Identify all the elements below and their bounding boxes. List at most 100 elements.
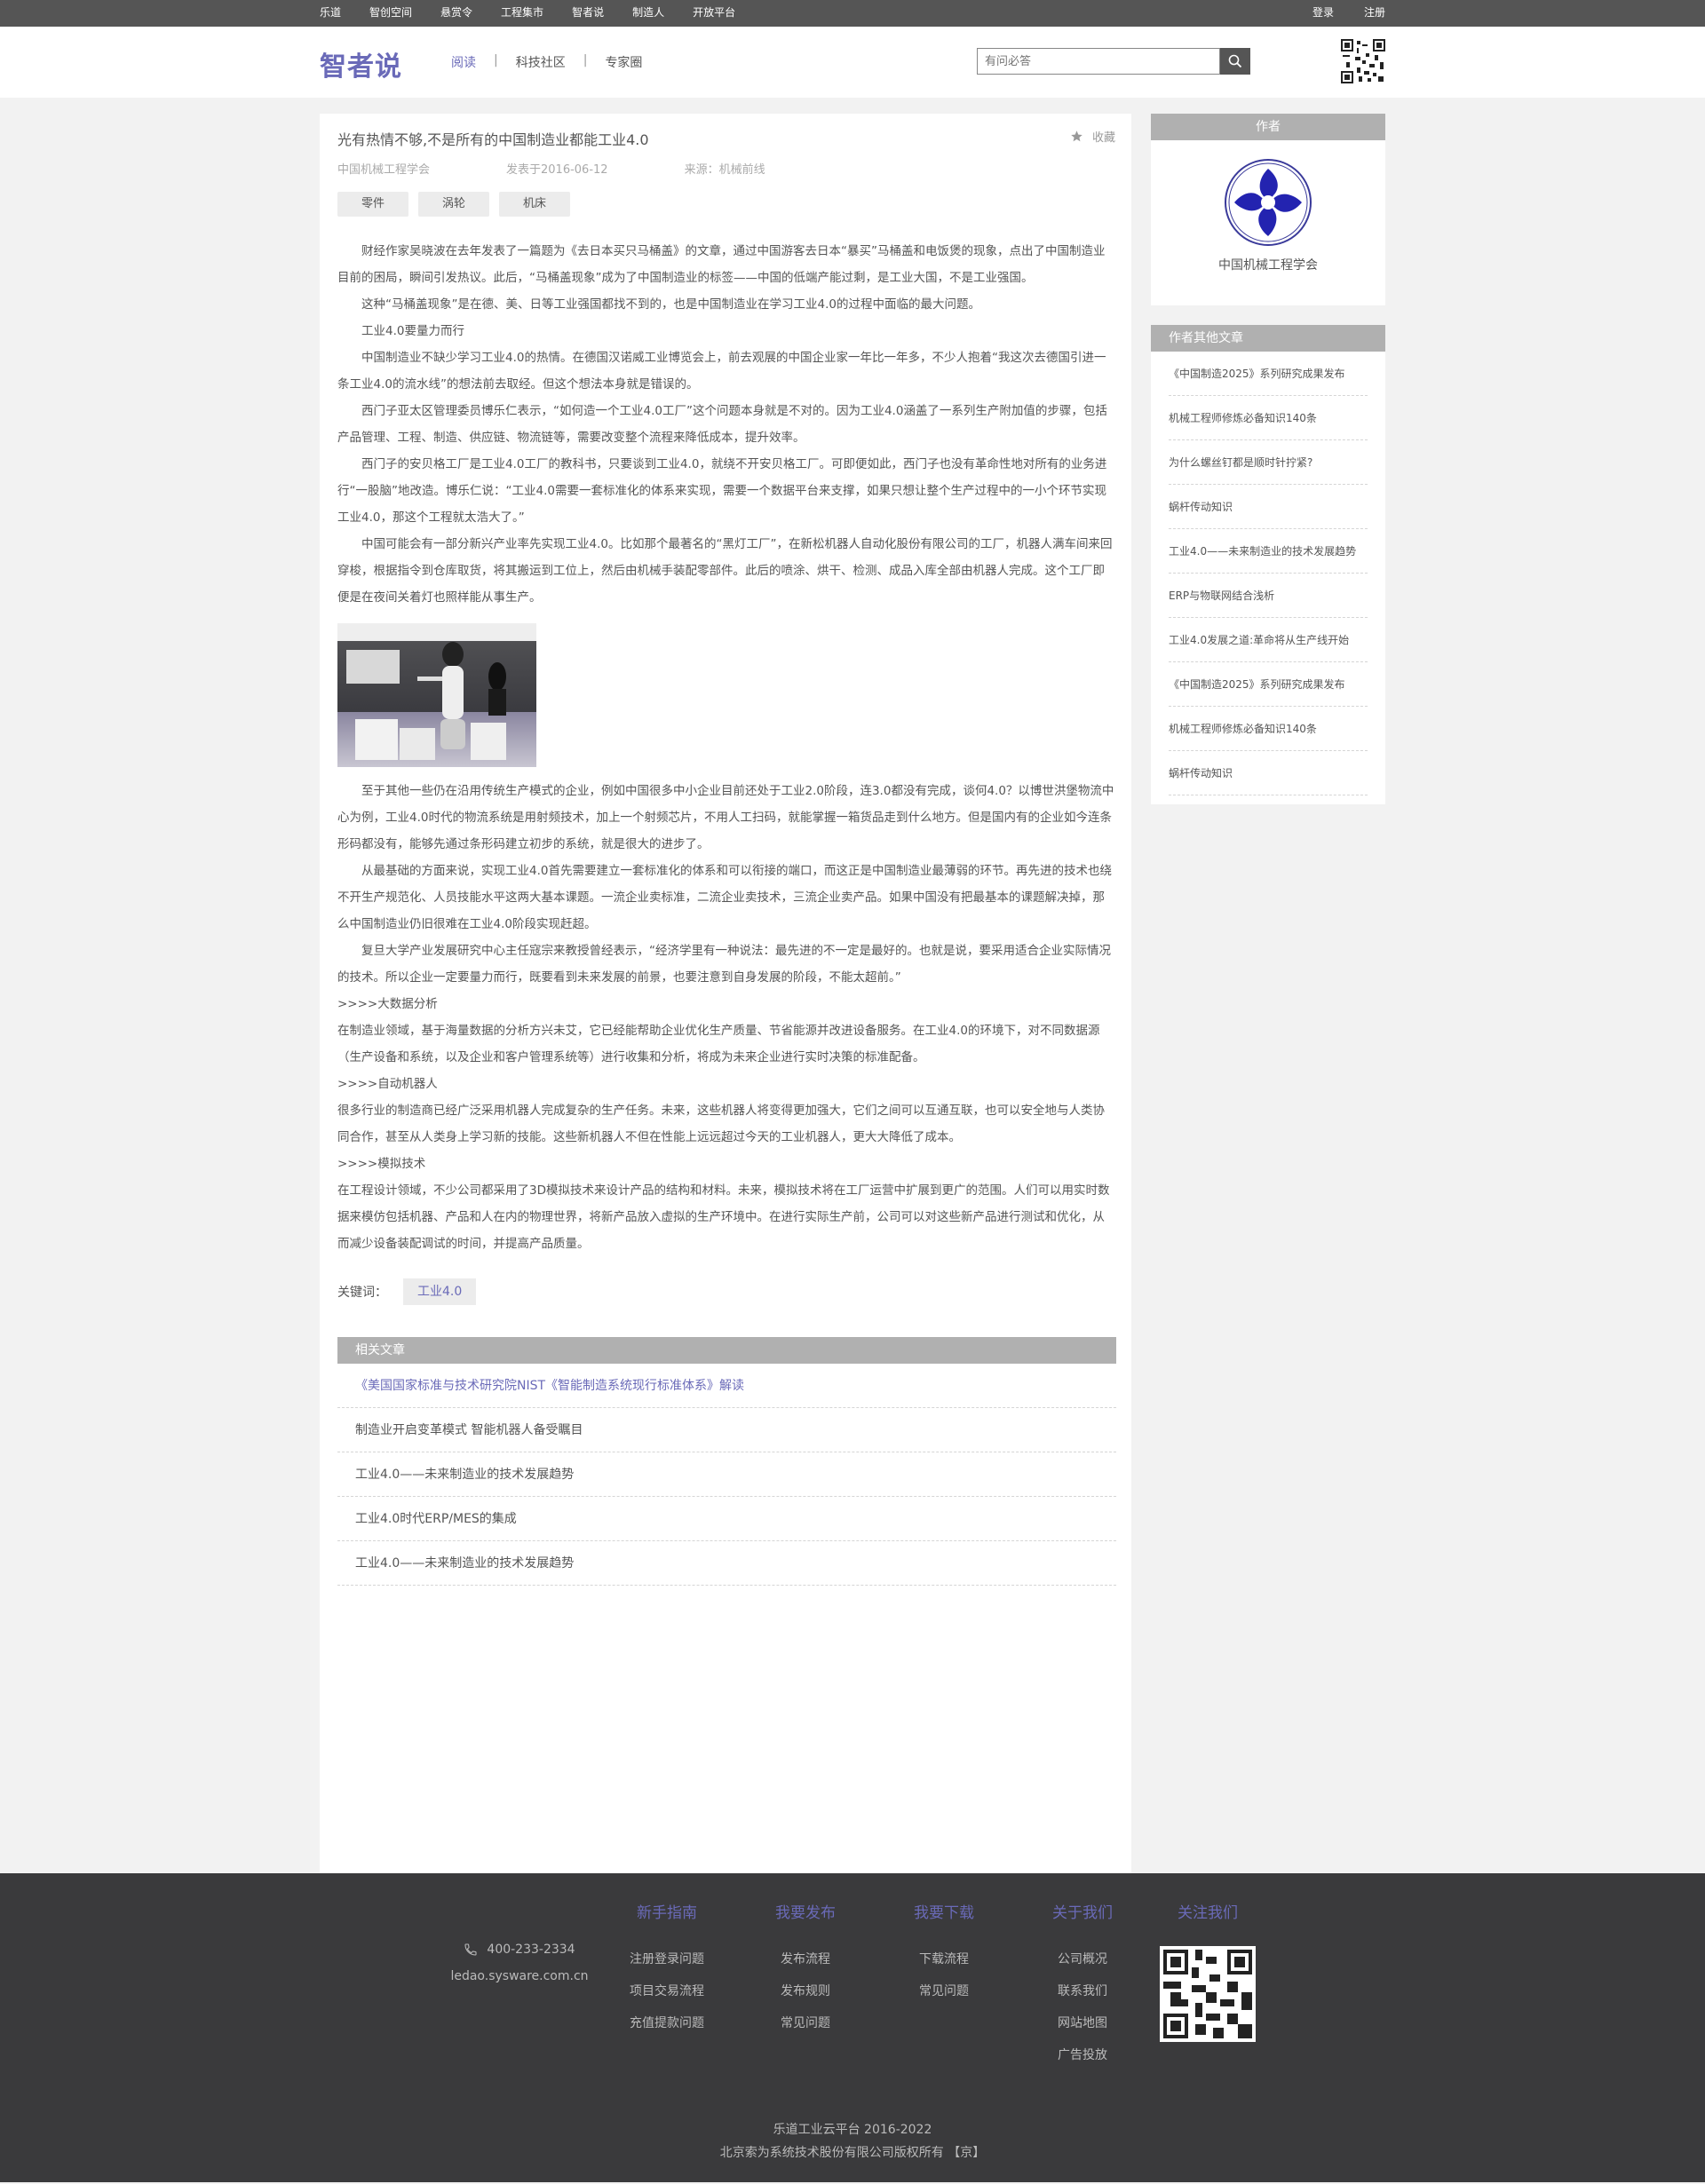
footer-link[interactable]: 常见问题: [748, 2007, 863, 2039]
footer-link[interactable]: 联系我们: [1025, 1975, 1140, 2007]
author-card-header: 作者: [1151, 114, 1385, 140]
other-article-link[interactable]: 《中国制造2025》系列研究成果发布: [1169, 662, 1368, 707]
other-article-link[interactable]: 《中国制造2025》系列研究成果发布: [1169, 352, 1368, 396]
footer-contact: 400-233-2334 ledao.sysware.com.cn: [435, 1943, 604, 1983]
footer-col-title: 关注我们: [1178, 1904, 1238, 1922]
account-links: 登录 注册: [1282, 0, 1385, 25]
footer-link[interactable]: 下载流程: [886, 1943, 1002, 1975]
related-article-link[interactable]: 制造业开启变革模式 智能机器人备受瞩目: [337, 1408, 1116, 1452]
other-article-link[interactable]: 蜗杆传动知识: [1169, 485, 1368, 529]
site-footer: 400-233-2334 ledao.sysware.com.cn 新手指南 注…: [0, 1873, 1705, 2182]
footer-col-title: 关于我们: [1052, 1904, 1113, 1922]
article-paragraph: 中国可能会有一部分新兴产业率先实现工业4.0。比如那个最著名的“黑灯工厂”，在新…: [337, 537, 1113, 605]
footer-col-about: 关于我们 公司概况 联系我们 网站地图 广告投放: [1025, 1900, 1140, 2071]
nav-read[interactable]: 阅读: [451, 53, 476, 71]
top-nav-item[interactable]: 工程集市: [501, 0, 543, 25]
keywords-label: 关键词：: [337, 1286, 387, 1300]
article-title: 光有热情不够,不是所有的中国制造业都能工业4.0: [337, 131, 649, 148]
footer-col-title: 我要下载: [914, 1904, 974, 1922]
author-logo-icon[interactable]: [1224, 158, 1312, 247]
other-articles-header: 作者其他文章: [1151, 325, 1385, 352]
favorite-button[interactable]: 收藏: [1070, 128, 1115, 145]
related-article-link[interactable]: 工业4.0时代ERP/MES的集成: [337, 1497, 1116, 1541]
footer-link[interactable]: 广告投放: [1025, 2039, 1140, 2071]
top-nav-item[interactable]: 智者说: [572, 0, 604, 25]
top-nav-item[interactable]: 悬赏令: [440, 0, 472, 25]
other-articles: 作者其他文章 《中国制造2025》系列研究成果发布 机械工程师修炼必备知识140…: [1151, 325, 1385, 804]
related-articles: 相关文章 《美国国家标准与技术研究院NIST《智能制造系统现行标准体系》解读 制…: [337, 1337, 1116, 1586]
footer-col-guide: 新手指南 注册登录问题 项目交易流程 充值提款问题: [609, 1900, 725, 2039]
footer-link[interactable]: 项目交易流程: [609, 1975, 725, 2007]
article-author[interactable]: 中国机械工程学会: [337, 160, 430, 177]
top-nav: 乐道 智创空间 悬赏令 工程集市 智者说 制造人 开放平台: [320, 0, 764, 25]
keywords-row: 关键词： 工业4.0: [337, 1278, 477, 1305]
article-panel: 光有热情不够,不是所有的中国制造业都能工业4.0 收藏 中国机械工程学会 发表于…: [320, 114, 1131, 1873]
author-name[interactable]: 中国机械工程学会: [1151, 256, 1385, 273]
star-icon: [1071, 131, 1082, 142]
nav-tech-community[interactable]: 科技社区: [516, 53, 566, 71]
tag-chip[interactable]: 机床: [499, 192, 570, 217]
footer-col-title: 我要发布: [775, 1904, 836, 1922]
article-subheading: >>>>大数据分析: [337, 997, 438, 1011]
other-article-link[interactable]: 工业4.0发展之道:革命将从生产线开始: [1169, 618, 1368, 662]
footer-website[interactable]: ledao.sysware.com.cn: [435, 1969, 604, 1983]
article-subheading: >>>>模拟技术: [337, 1157, 426, 1171]
related-article-link[interactable]: 《美国国家标准与技术研究院NIST《智能制造系统现行标准体系》解读: [337, 1364, 1116, 1408]
nav-separator: |: [583, 53, 588, 67]
register-link[interactable]: 注册: [1364, 0, 1385, 25]
qr-code-icon: [1341, 39, 1385, 83]
author-card: 作者 中国机械工程学会: [1151, 114, 1385, 305]
top-nav-item[interactable]: 乐道: [320, 0, 341, 25]
footer-col-follow: 关注我们: [1163, 1900, 1252, 1943]
article-subheading: 工业4.0要量力而行: [361, 324, 464, 338]
nav-separator: |: [494, 53, 498, 67]
top-nav-item[interactable]: 智创空间: [369, 0, 412, 25]
footer-link[interactable]: 充值提款问题: [609, 2007, 725, 2039]
footer-link[interactable]: 注册登录问题: [609, 1943, 725, 1975]
article-paragraph: 西门子亚太区管理委员博乐仁表示，“如何造一个工业4.0工厂”这个问题本身就是不对…: [337, 404, 1107, 445]
article-robot-photo: [337, 623, 536, 767]
article-source: 来源：机械前线: [684, 163, 765, 177]
footer-col-download: 我要下载 下载流程 常见问题: [886, 1900, 1002, 2007]
related-article-link[interactable]: 工业4.0——未来制造业的技术发展趋势: [337, 1541, 1116, 1586]
article-subheading: >>>>自动机器人: [337, 1077, 438, 1091]
footer-link[interactable]: 发布流程: [748, 1943, 863, 1975]
site-logo[interactable]: 智者说: [320, 44, 402, 83]
footer-col-title: 新手指南: [637, 1904, 697, 1922]
other-article-link[interactable]: 工业4.0——未来制造业的技术发展趋势: [1169, 529, 1368, 574]
footer-link[interactable]: 公司概况: [1025, 1943, 1140, 1975]
top-nav-item[interactable]: 制造人: [632, 0, 664, 25]
tag-chip[interactable]: 涡轮: [418, 192, 489, 217]
footer-link[interactable]: 网站地图: [1025, 2007, 1140, 2039]
main-nav: 阅读 | 科技社区 | 专家圈: [451, 53, 642, 71]
copyright-line: 北京索为系统技术股份有限公司版权所有 【京】: [719, 2146, 986, 2160]
copyright: 乐道工业云平台 2016-2022 北京索为系统技术股份有限公司版权所有 【京】: [320, 2118, 1385, 2164]
article-date: 发表于2016-06-12: [506, 163, 608, 177]
article-paragraph: 在工程设计领域，不少公司都采用了3D模拟技术来设计产品的结构和材料。未来，模拟技…: [337, 1183, 1110, 1251]
other-article-link[interactable]: 为什么螺丝钉都是顺时针拧紧?: [1169, 440, 1368, 485]
other-article-link[interactable]: 机械工程师修炼必备知识140条: [1169, 707, 1368, 751]
search-button[interactable]: [1220, 48, 1250, 75]
search-input[interactable]: [977, 48, 1220, 75]
site-header: 智者说 阅读 | 科技社区 | 专家圈: [0, 27, 1705, 98]
article-paragraph: 西门子的安贝格工厂是工业4.0工厂的教科书，只要谈到工业4.0，就绕不开安贝格工…: [337, 457, 1107, 525]
phone-icon: [464, 1943, 477, 1956]
login-link[interactable]: 登录: [1312, 0, 1334, 25]
footer-link[interactable]: 常见问题: [886, 1975, 1002, 2007]
other-article-link[interactable]: 蜗杆传动知识: [1169, 751, 1368, 795]
tag-chip[interactable]: 零件: [337, 192, 408, 217]
footer-link[interactable]: 发布规则: [748, 1975, 863, 2007]
footer-col-publish: 我要发布 发布流程 发布规则 常见问题: [748, 1900, 863, 2039]
other-article-link[interactable]: ERP与物联网结合浅析: [1169, 574, 1368, 618]
qr-code-icon: [1160, 1946, 1256, 2042]
search-icon: [1228, 54, 1242, 68]
related-article-link[interactable]: 工业4.0——未来制造业的技术发展趋势: [337, 1452, 1116, 1497]
article-body: 财经作家吴晓波在去年发表了一篇题为《去日本买只马桶盖》的文章，通过中国游客去日本…: [337, 238, 1116, 1257]
nav-expert-circle[interactable]: 专家圈: [605, 53, 642, 71]
keyword-chip[interactable]: 工业4.0: [403, 1278, 477, 1305]
other-article-link[interactable]: 机械工程师修炼必备知识140条: [1169, 396, 1368, 440]
article-paragraph: 很多行业的制造商已经广泛采用机器人完成复杂的生产任务。未来，这些机器人将变得更加…: [337, 1104, 1105, 1144]
article-paragraph: 在制造业领域，基于海量数据的分析方兴未艾，它已经能帮助企业优化生产质量、节省能源…: [337, 1024, 1100, 1064]
top-nav-item[interactable]: 开放平台: [693, 0, 735, 25]
favorite-label: 收藏: [1091, 131, 1115, 145]
